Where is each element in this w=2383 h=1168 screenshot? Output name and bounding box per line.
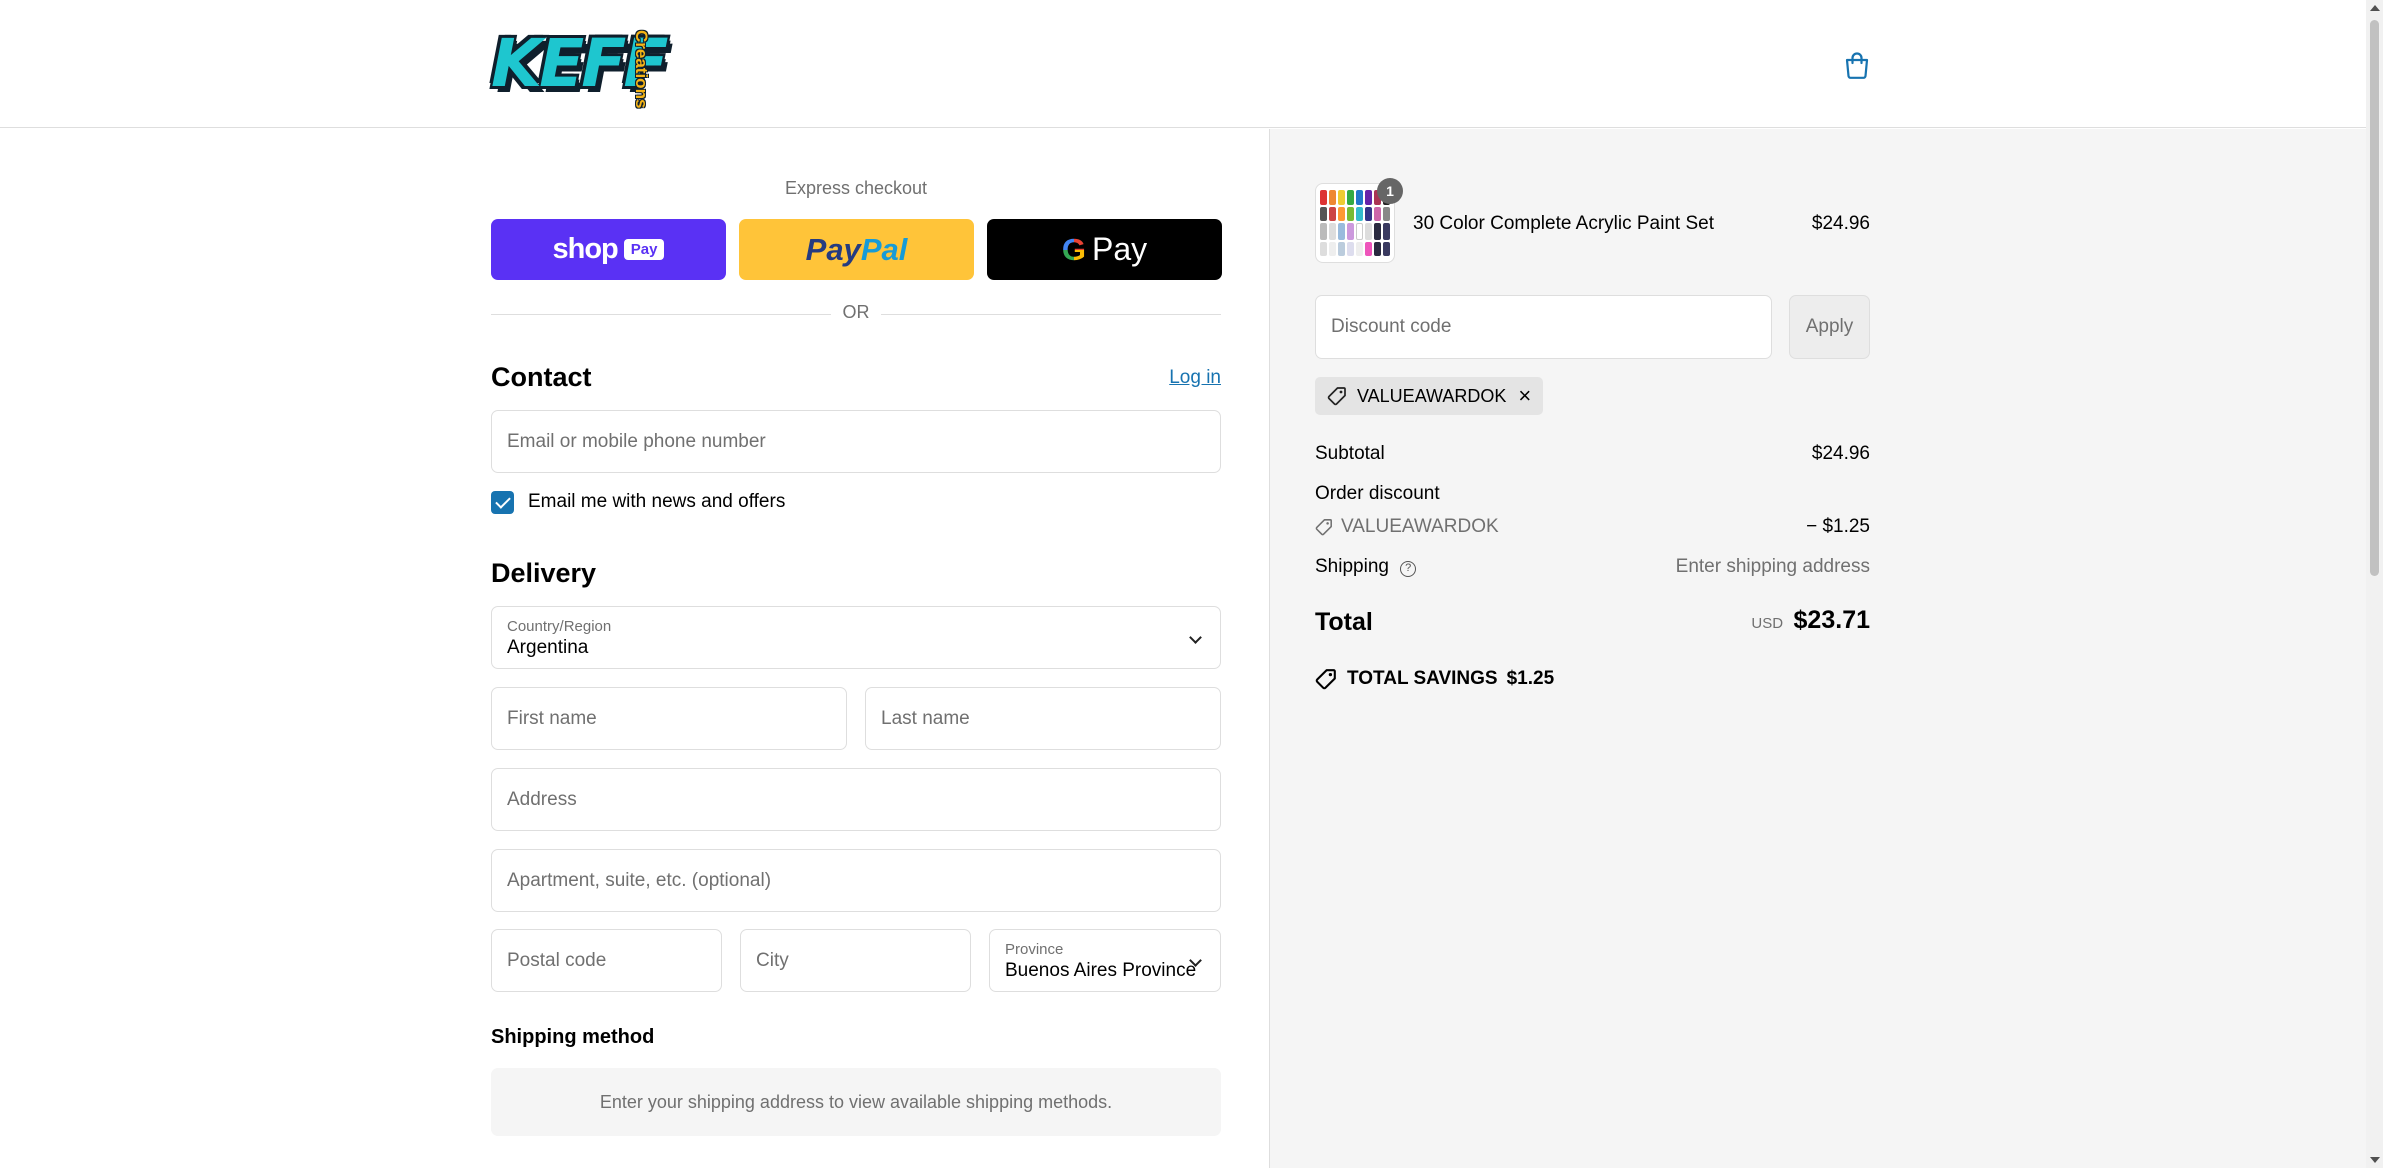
logo-subtext: Creations [632,30,651,109]
page-scrollbar[interactable] [2366,0,2383,1168]
product-image-swatches [1320,190,1390,256]
scroll-thumb[interactable] [2370,20,2379,576]
total-currency: USD [1751,615,1784,632]
total-savings: TOTAL SAVINGS $1.25 [1315,668,1554,690]
province-select[interactable]: Province Buenos Aires Province [989,929,1221,992]
postal-code-field[interactable]: Postal code [491,929,722,992]
quantity-badge: 1 [1377,178,1403,204]
or-label: OR [842,302,870,322]
chevron-down-icon [1189,631,1202,644]
city-placeholder: City [756,949,789,971]
shop-pay-badge: Pay [623,239,665,260]
shipping-row-label: Shipping ? [1315,556,1417,578]
express-checkout-label: Express checkout [784,178,928,198]
order-summary-pane [1269,129,2366,1168]
order-discount-label: Order discount [1315,483,1440,504]
discount-code-placeholder: Discount code [1331,316,1452,337]
tag-icon [1315,519,1332,536]
apply-discount-button[interactable]: Apply [1789,295,1870,359]
remove-discount-icon[interactable]: × [1518,385,1531,407]
shipping-value: Enter shipping address [1675,556,1870,577]
applied-discount-code: VALUEAWARDOK [1357,385,1507,406]
order-discount-code-row: VALUEAWARDOK [1315,516,1499,538]
shopping-bag-icon [1845,52,1869,79]
news-offers-option[interactable]: Email me with news and offers [491,490,785,514]
shipping-label: Shipping [1315,556,1389,577]
subtotal-value: $24.96 [1811,443,1870,464]
delivery-heading: Delivery [491,558,597,588]
scroll-down-arrow[interactable] [2370,1157,2380,1163]
store-logo[interactable]: KEFF Creations [491,24,668,109]
google-g-icon: G [1061,231,1086,267]
country-value: Argentina [507,636,589,658]
email-placeholder: Email or mobile phone number [507,430,766,452]
total-savings-amount: $1.25 [1506,668,1555,689]
address-field[interactable]: Address [491,768,1221,831]
news-offers-checkbox[interactable] [491,490,514,514]
news-offers-label: Email me with news and offers [528,491,786,512]
address-placeholder: Address [507,788,577,810]
login-link[interactable]: Log in [1140,367,1221,389]
tag-icon [1327,387,1346,406]
email-field[interactable]: Email or mobile phone number [491,410,1221,473]
help-icon[interactable]: ? [1400,561,1417,577]
shipping-method-heading: Shipping method [491,1026,655,1048]
order-discount-value: − $1.25 [1806,516,1870,537]
discount-code-field[interactable]: Discount code [1315,295,1772,359]
first-name-field[interactable]: First name [491,687,847,750]
total-savings-label: TOTAL SAVINGS [1347,668,1498,689]
subtotal-label: Subtotal [1315,443,1385,464]
product-price: $24.96 [1811,213,1870,234]
product-name: 30 Color Complete Acrylic Paint Set [1413,213,1714,234]
country-select[interactable]: Country/Region Argentina [491,606,1221,669]
google-pay-label: Pay [1091,231,1148,267]
last-name-field[interactable]: Last name [865,687,1221,750]
postal-code-placeholder: Postal code [507,949,607,971]
scroll-up-arrow[interactable] [2370,5,2380,11]
tag-icon [1315,669,1336,690]
site-header: KEFF Creations [0,0,2366,128]
paypal-wordmark: PayPal [805,231,908,267]
province-value: Buenos Aires Province [1005,959,1197,981]
paypal-button[interactable]: PayPal [739,219,974,280]
order-discount-code: VALUEAWARDOK [1341,516,1499,537]
or-divider: OR [491,302,1221,326]
shipping-method-note: Enter your shipping address to view avai… [491,1068,1221,1136]
apartment-field[interactable]: Apartment, suite, etc. (optional) [491,849,1221,912]
province-label: Province [1005,940,1064,958]
country-label: Country/Region [507,617,612,635]
city-field[interactable]: City [740,929,971,992]
total-label: Total [1315,608,1373,636]
total-value-group: USD $23.71 [1600,606,1870,635]
cart-button[interactable] [1840,48,1874,82]
total-amount: $23.71 [1793,606,1870,634]
apartment-placeholder: Apartment, suite, etc. (optional) [507,869,772,891]
shop-pay-wordmark: shop [552,233,619,265]
shop-pay-button[interactable]: shop Pay [491,219,726,280]
applied-discount-chip: VALUEAWARDOK × [1315,377,1544,415]
contact-heading: Contact [491,362,592,392]
google-pay-button[interactable]: G Pay [987,219,1222,280]
first-name-placeholder: First name [507,707,597,729]
last-name-placeholder: Last name [881,707,970,729]
